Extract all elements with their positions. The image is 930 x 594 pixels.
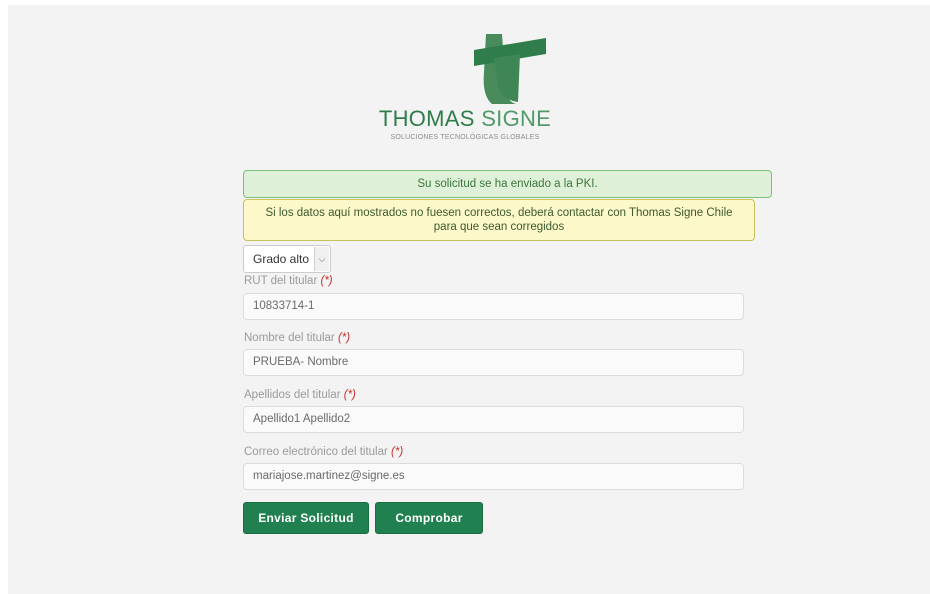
rut-label: RUT del titular (*) — [244, 275, 333, 287]
rut-input[interactable]: 10833714-1 — [243, 293, 744, 320]
brand-name-bold: THOMAS — [378, 106, 475, 131]
success-alert: Su solicitud se ha enviado a la PKI. — [243, 170, 772, 198]
enviar-solicitud-button[interactable]: Enviar Solicitud — [243, 502, 369, 534]
rut-label-text: RUT del titular — [244, 275, 318, 287]
apellidos-label: Apellidos del titular (*) — [244, 389, 356, 401]
required-marker: (*) — [337, 332, 351, 344]
warning-alert: Si los datos aquí mostrados no fuesen co… — [243, 199, 755, 241]
brand-tagline: SOLUCIONES TECNOLÓGICAS GLOBALES — [390, 134, 540, 141]
email-input[interactable]: mariajose.martinez@signe.es — [243, 463, 744, 490]
brand-name: THOMAS SIGNE — [0, 106, 930, 132]
email-label-text: Correo electrónico del titular — [244, 446, 388, 458]
required-marker: (*) — [343, 389, 356, 401]
apellidos-label-text: Apellidos del titular — [244, 389, 341, 401]
apellidos-input[interactable]: Apellido1 Apellido2 — [243, 406, 744, 433]
thomas-signe-logo — [474, 34, 546, 104]
grade-select-value: Grado alto — [253, 252, 310, 266]
nombre-label-text: Nombre del titular — [244, 332, 335, 344]
required-marker: (*) — [391, 446, 404, 458]
required-marker: (*) — [320, 275, 333, 287]
nombre-label: Nombre del titular (*) — [244, 332, 350, 344]
chevron-down-icon[interactable]: ⌵ — [314, 247, 329, 271]
nombre-input[interactable]: PRUEBA- Nombre — [243, 349, 744, 376]
email-label: Correo electrónico del titular (*) — [244, 446, 403, 458]
grade-select[interactable]: Grado alto ⌵ — [243, 245, 331, 273]
comprobar-button[interactable]: Comprobar — [375, 502, 483, 534]
brand-name-light: SIGNE — [481, 106, 552, 131]
